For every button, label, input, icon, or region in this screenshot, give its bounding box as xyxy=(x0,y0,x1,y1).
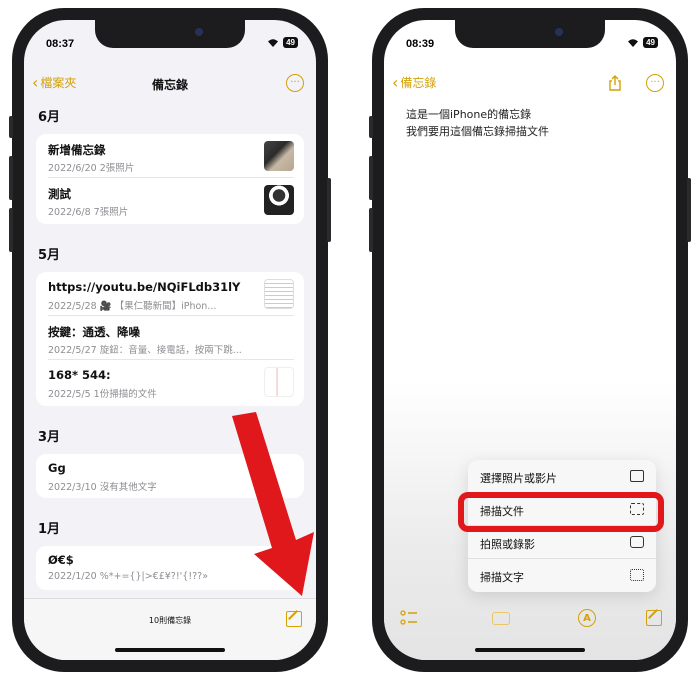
red-highlight-box xyxy=(458,492,664,532)
body-line: 這是一個iPhone的備忘錄 xyxy=(406,108,532,121)
wifi-icon xyxy=(268,39,279,47)
back-button[interactable]: ‹ 備忘錄 xyxy=(392,74,436,91)
note-subtitle: 2022/1/20 %*+={}|>€£¥?!'{!??» xyxy=(48,571,209,582)
divider xyxy=(48,315,294,316)
section-header: 1月 xyxy=(38,522,61,537)
note-subtitle: 2022/5/5 1份掃描的文件 xyxy=(48,389,157,400)
backpack-thumbnail xyxy=(264,141,294,171)
menu-item-label: 拍照或錄影 xyxy=(480,538,535,551)
photo-library-icon xyxy=(630,470,644,482)
volume-up-button xyxy=(369,156,373,200)
section-card: https://youtu.be/NQiFLdb31lY 2022/5/28 🎥… xyxy=(36,272,304,406)
side-button xyxy=(9,116,13,138)
stage: 08:37 49 ‹ 檔案夾 備忘錄 ··· 6月 新增備忘錄 2022/6/2… xyxy=(0,0,700,682)
list-item[interactable]: 按鍵：通透、降噪 2022/5/27 旋鈕：音量、接電話，按兩下跳... xyxy=(46,318,294,360)
back-label: 備忘錄 xyxy=(400,76,437,90)
note-title: 按鍵：通透、降噪 xyxy=(48,325,140,339)
side-button xyxy=(369,116,373,138)
list-item[interactable]: 新增備忘錄 2022/6/20 2張照片 xyxy=(46,136,294,178)
compose-icon[interactable] xyxy=(646,610,662,626)
status-time: 08:37 xyxy=(46,38,75,50)
note-subtitle: 2022/5/27 旋鈕：音量、接電話，按兩下跳... xyxy=(48,345,242,356)
list-item[interactable]: https://youtu.be/NQiFLdb31lY 2022/5/28 🎥… xyxy=(46,274,294,316)
nav-actions: ··· xyxy=(608,74,664,92)
status-time: 08:39 xyxy=(406,38,435,50)
section-header: 6月 xyxy=(38,110,61,125)
note-title: 測試 xyxy=(48,187,71,201)
chevron-left-icon: ‹ xyxy=(392,72,399,92)
section-header: 5月 xyxy=(38,248,61,263)
note-body[interactable]: 這是一個iPhone的備忘錄 我們要用這個備忘錄掃描文件 xyxy=(406,106,549,140)
status-icons: 49 xyxy=(627,37,658,48)
checklist-icon[interactable] xyxy=(400,610,418,626)
scan-thumbnail xyxy=(264,367,294,397)
volume-up-button xyxy=(9,156,13,200)
person-thumbnail xyxy=(264,185,294,215)
front-camera xyxy=(555,28,563,36)
note-title: 新增備忘錄 xyxy=(48,143,106,157)
note-count: 10則備忘錄 xyxy=(148,616,192,625)
ellipsis-circle-icon[interactable]: ··· xyxy=(646,74,664,92)
document-thumbnail xyxy=(264,279,294,309)
menu-item-label: 選擇照片或影片 xyxy=(480,472,557,485)
volume-down-button xyxy=(9,208,13,252)
note-title: https://youtu.be/NQiFLdb31lY xyxy=(48,280,241,294)
red-arrow-annotation xyxy=(232,412,314,596)
share-icon[interactable] xyxy=(608,75,622,91)
body-line: 我們要用這個備忘錄掃描文件 xyxy=(406,125,549,138)
divider xyxy=(48,359,294,360)
phone-right: 08:39 49 ‹ 備忘錄 ··· 這是一個iPhone的備忘錄 我們要用這個… xyxy=(369,8,691,672)
home-indicator xyxy=(115,648,225,652)
section-header: 3月 xyxy=(38,430,61,445)
note-title: Ø€$ xyxy=(48,553,74,567)
front-camera xyxy=(195,28,203,36)
power-button xyxy=(327,178,331,242)
menu-item-choose-photo[interactable]: 選擇照片或影片 xyxy=(468,460,656,493)
page-title: 備忘錄 xyxy=(151,78,188,92)
list-item[interactable]: 168* 544: 2022/5/5 1份掃描的文件 xyxy=(46,362,294,404)
volume-down-button xyxy=(369,208,373,252)
power-button xyxy=(687,178,691,242)
list-item[interactable]: 測試 2022/6/8 7張照片 xyxy=(46,180,294,222)
note-title: Gg xyxy=(48,461,66,475)
markup-pen-icon[interactable]: A xyxy=(578,609,596,627)
text-scan-icon xyxy=(630,569,644,581)
notch xyxy=(455,20,605,48)
notch xyxy=(95,20,245,48)
compose-icon[interactable] xyxy=(286,611,302,627)
ellipsis-circle-icon[interactable]: ··· xyxy=(286,74,304,92)
camera-icon xyxy=(630,536,644,548)
battery-icon: 49 xyxy=(643,37,658,48)
note-subtitle: 2022/6/8 7張照片 xyxy=(48,207,129,218)
divider xyxy=(48,177,294,178)
nav-bar: ‹ 檔案夾 備忘錄 ··· xyxy=(24,68,316,98)
home-indicator xyxy=(475,648,585,652)
status-icons: 49 xyxy=(267,37,298,48)
camera-icon[interactable] xyxy=(492,612,510,625)
nav-bar: ‹ 備忘錄 ··· xyxy=(384,68,676,98)
wifi-icon xyxy=(628,39,639,47)
note-title: 168* 544: xyxy=(48,368,111,382)
section-card: 新增備忘錄 2022/6/20 2張照片 測試 2022/6/8 7張照片 xyxy=(36,134,304,224)
menu-item-scan-text[interactable]: 掃描文字 xyxy=(468,559,656,592)
battery-icon: 49 xyxy=(283,37,298,48)
note-subtitle: 2022/3/10 沒有其他文字 xyxy=(48,482,157,493)
menu-item-label: 掃描文字 xyxy=(480,571,524,584)
note-subtitle: 2022/5/28 🎥 【果仁聽新聞】iPhon... xyxy=(48,301,217,312)
note-subtitle: 2022/6/20 2張照片 xyxy=(48,163,135,174)
